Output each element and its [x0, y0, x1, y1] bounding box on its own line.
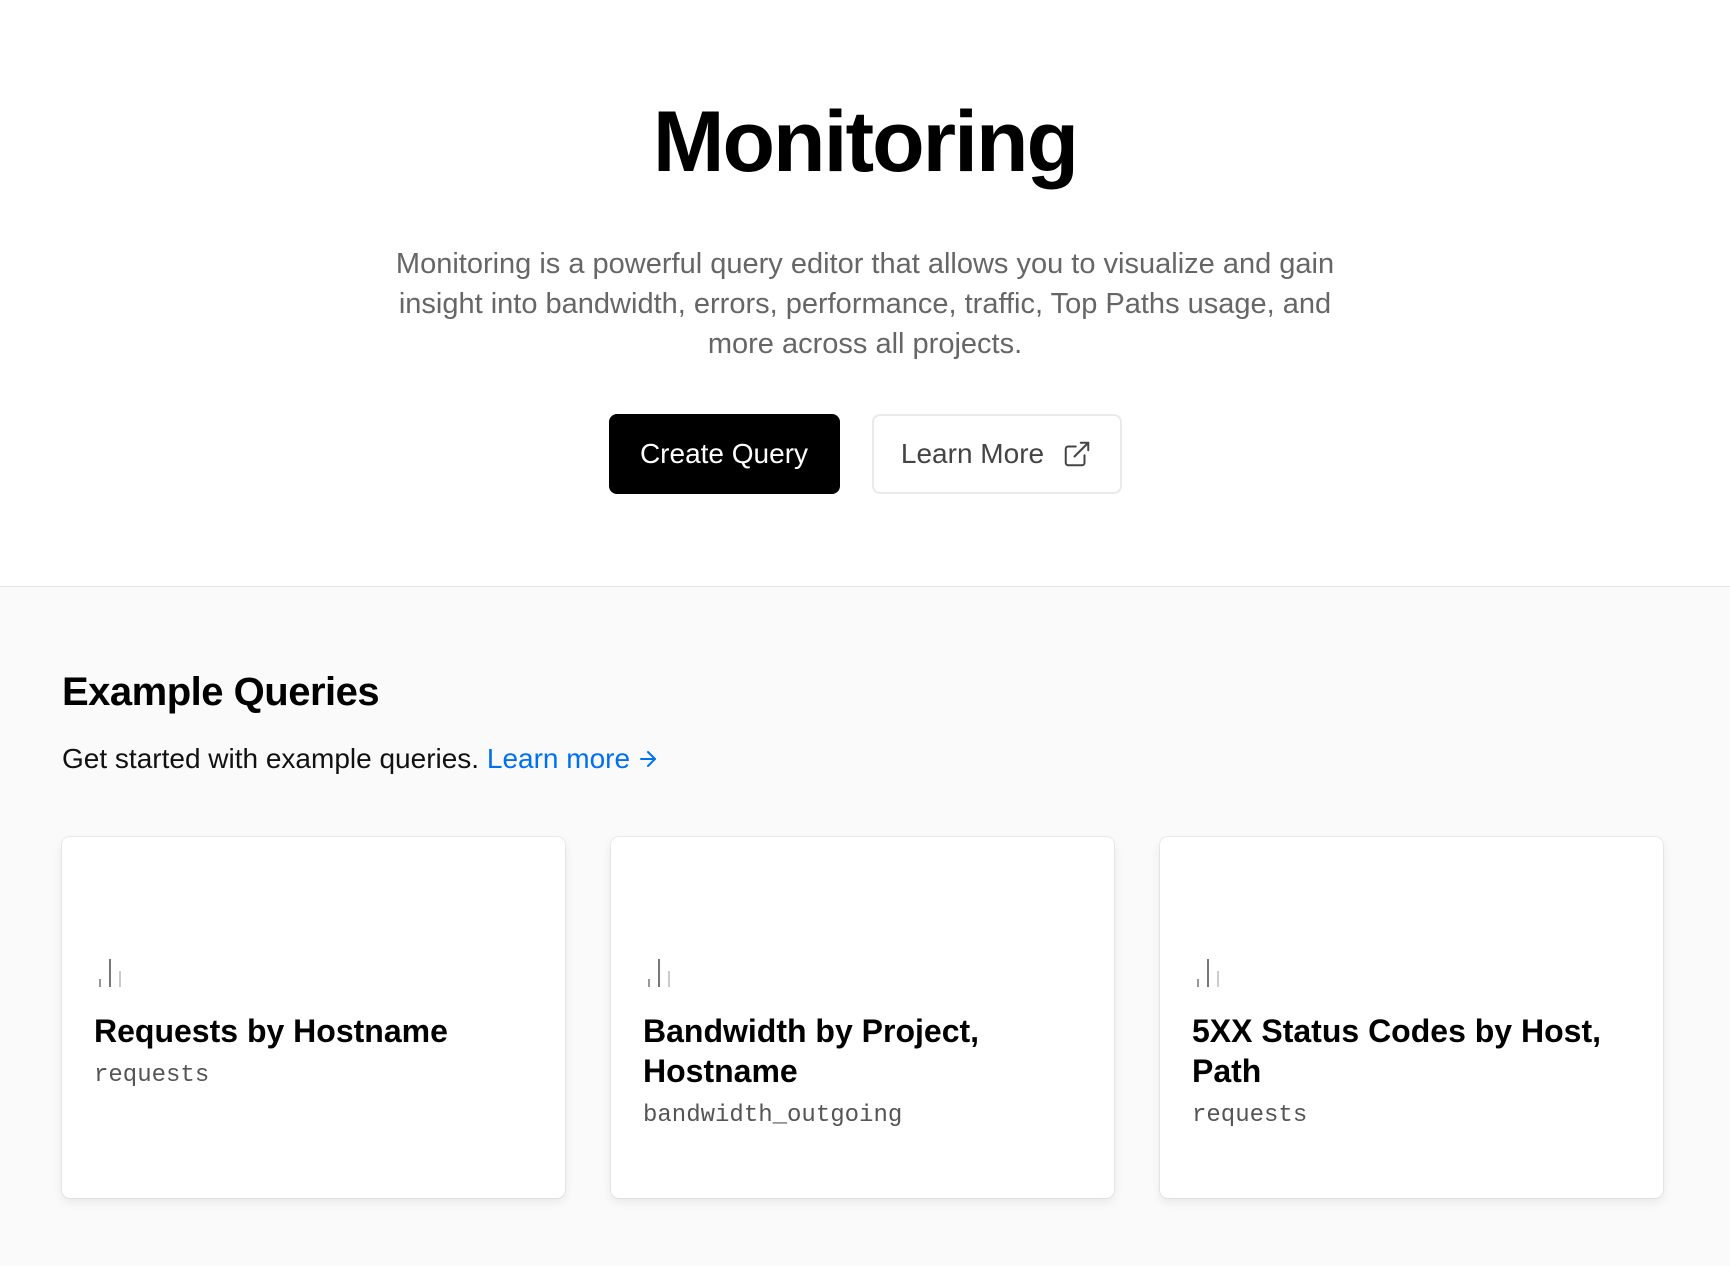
example-queries-section: Example Queries Get started with example… — [0, 587, 1730, 1266]
bar-chart-icon — [1197, 959, 1219, 987]
learn-more-link[interactable]: Learn more — [487, 743, 660, 774]
card-title: Bandwidth by Project, Hostname — [643, 1013, 980, 1089]
subtitle-text: Get started with example queries. — [62, 743, 480, 774]
example-card[interactable]: Bandwidth by Project, Hostname bandwidth… — [611, 837, 1114, 1198]
learn-more-label: Learn More — [900, 438, 1045, 469]
section-subtitle: Get started with example queries. Learn … — [62, 739, 1668, 779]
page-title: Monitoring — [652, 94, 1079, 190]
arrow-right-icon — [640, 751, 657, 767]
card-metric: requests — [1192, 1102, 1308, 1129]
card-title: 5XX Status Codes by Host, Path — [1192, 1013, 1601, 1089]
create-query-button[interactable]: Create Query — [608, 414, 840, 494]
card-title: Requests by Hostname — [94, 1013, 448, 1049]
create-query-label: Create Query — [639, 438, 809, 469]
hero-section: Monitoring Monitoring is a powerful quer… — [0, 0, 1730, 587]
learn-more-button[interactable]: Learn More — [871, 414, 1122, 494]
bar-chart-icon — [99, 959, 121, 987]
example-card[interactable]: 5XX Status Codes by Host, Path requests — [1160, 837, 1663, 1198]
card-metric: requests — [94, 1062, 210, 1089]
hero-actions: Create Query Learn More — [608, 414, 1122, 494]
bar-chart-icon — [648, 959, 670, 987]
external-link-icon — [1064, 441, 1090, 467]
hero-description: Monitoring is a powerful query editor th… — [395, 248, 1335, 360]
example-cards: Requests by Hostname requests Bandwidth … — [62, 837, 1668, 1198]
section-title: Example Queries — [62, 670, 380, 714]
example-card[interactable]: Requests by Hostname requests — [62, 837, 565, 1198]
card-metric: bandwidth_outgoing — [643, 1102, 903, 1129]
learn-more-link-label: Learn more — [486, 743, 631, 774]
